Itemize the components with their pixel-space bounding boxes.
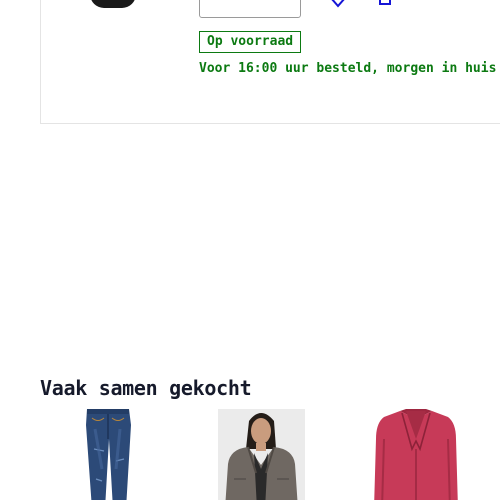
related-product-jacket[interactable]	[218, 409, 305, 500]
related-product-jeans[interactable]	[80, 409, 136, 500]
quantity-input[interactable]	[199, 0, 301, 18]
wishlist-heart-icon[interactable]	[329, 0, 347, 8]
related-product-blazer[interactable]	[372, 409, 460, 500]
shopping-bag-icon[interactable]	[378, 0, 392, 6]
blazer-image	[374, 409, 458, 500]
jacket-model-image	[218, 409, 305, 500]
jeans-image	[86, 409, 131, 500]
section-title-frequently-bought: Vaak samen gekocht	[40, 376, 252, 400]
stock-status-badge: Op voorraad	[199, 31, 302, 53]
delivery-note: Voor 16:00 uur besteld, morgen in huis	[199, 61, 497, 76]
